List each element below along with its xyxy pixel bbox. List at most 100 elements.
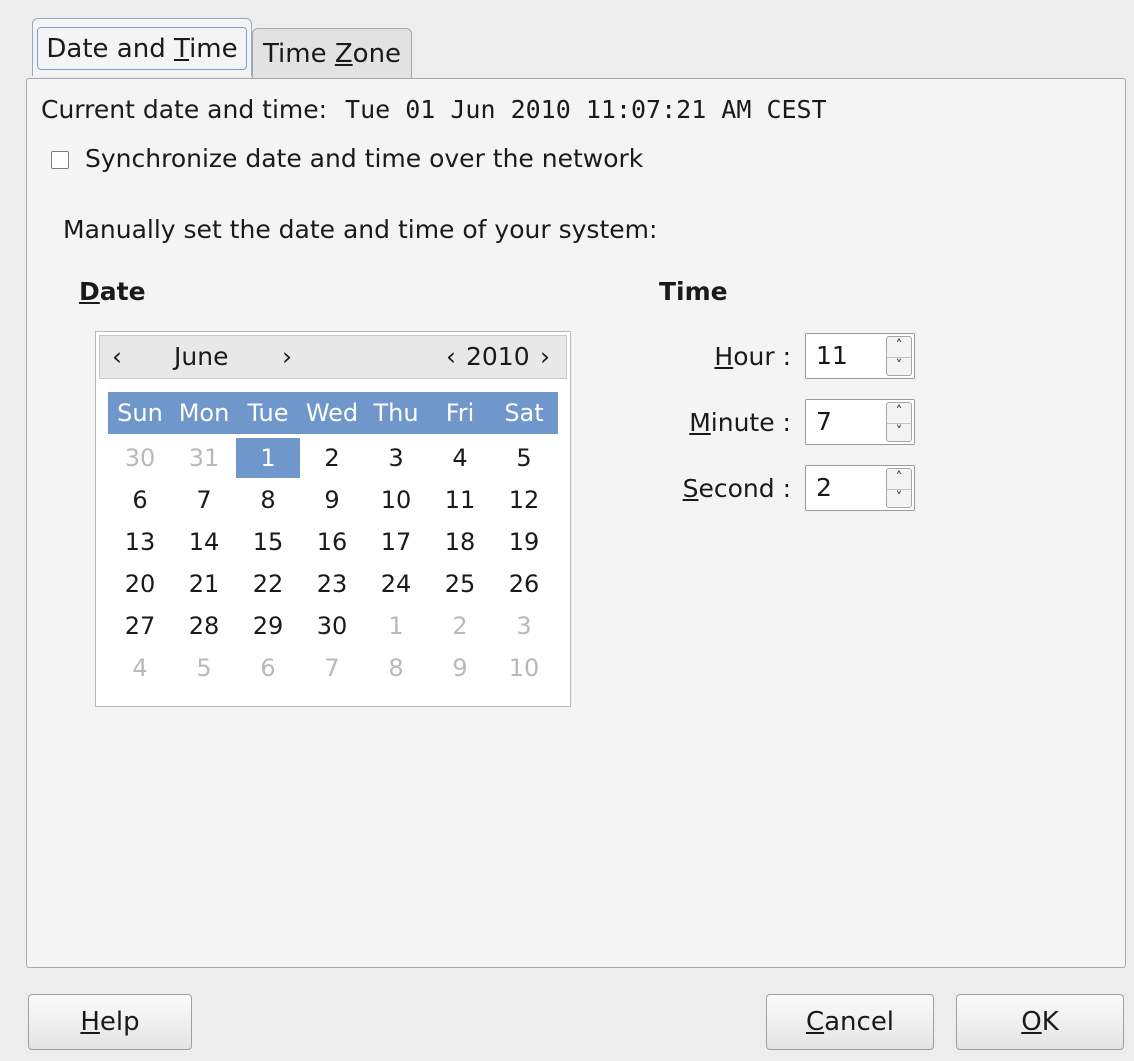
calendar-day[interactable]: 11: [428, 480, 492, 520]
minute-spinner[interactable]: 7 ˄ ˅: [805, 399, 915, 445]
chevron-down-icon[interactable]: ˅: [887, 423, 911, 441]
calendar-day[interactable]: 17: [364, 522, 428, 562]
calendar-day[interactable]: 16: [300, 522, 364, 562]
minute-stepper[interactable]: ˄ ˅: [886, 402, 912, 442]
calendar-day[interactable]: 14: [172, 522, 236, 562]
ok-label: K: [1041, 1007, 1059, 1037]
second-mnemonic: S: [682, 474, 699, 503]
next-month-arrow[interactable]: ›: [282, 336, 292, 378]
tab-label: ime: [189, 34, 238, 64]
hour-label-text: our :: [733, 342, 791, 371]
calendar-day[interactable]: 9: [428, 648, 492, 688]
calendar-day[interactable]: 26: [492, 564, 556, 604]
calendar-day[interactable]: 3: [492, 606, 556, 646]
calendar-day[interactable]: 9: [300, 480, 364, 520]
tab-mnemonic: Z: [334, 39, 353, 69]
calendar-day[interactable]: 10: [364, 480, 428, 520]
help-label: elp: [99, 1007, 140, 1037]
calendar-day[interactable]: 4: [428, 438, 492, 478]
calendar-day[interactable]: 27: [108, 606, 172, 646]
calendar-day[interactable]: 1: [364, 606, 428, 646]
calendar-day[interactable]: 8: [236, 480, 300, 520]
calendar-day[interactable]: 25: [428, 564, 492, 604]
date-heading-mnemonic: D: [79, 277, 100, 306]
second-stepper[interactable]: ˄ ˅: [886, 468, 912, 508]
calendar-day[interactable]: 7: [172, 480, 236, 520]
tab-mnemonic: T: [173, 34, 190, 64]
second-label-text: econd :: [698, 474, 791, 503]
current-datetime-row: Current date and time: Tue 01 Jun 2010 1…: [41, 93, 827, 127]
calendar-day[interactable]: 5: [172, 648, 236, 688]
month-label: June: [174, 342, 229, 371]
weekday-label: Mon: [178, 399, 230, 427]
calendar-day[interactable]: 21: [172, 564, 236, 604]
calendar-day[interactable]: 7: [300, 648, 364, 688]
calendar-day[interactable]: 6: [236, 648, 300, 688]
sync-network-checkbox[interactable]: [51, 151, 69, 169]
sync-network-label[interactable]: Synchronize date and time over the netwo…: [85, 142, 643, 176]
date-time-panel: Current date and time: Tue 01 Jun 2010 1…: [26, 78, 1126, 968]
weekday-label: Wed: [305, 399, 359, 427]
calendar-day[interactable]: 20: [108, 564, 172, 604]
calendar-day[interactable]: 30: [108, 438, 172, 478]
calendar-day[interactable]: 24: [364, 564, 428, 604]
help-mnemonic: H: [80, 1007, 100, 1037]
calendar-day[interactable]: 18: [428, 522, 492, 562]
calendar-day[interactable]: 12: [492, 480, 556, 520]
calendar-day[interactable]: 28: [172, 606, 236, 646]
next-year-arrow[interactable]: ›: [540, 336, 550, 378]
weekday-label: Tue: [247, 399, 289, 427]
calendar-day[interactable]: 30: [300, 606, 364, 646]
date-heading-text: ate: [99, 277, 146, 306]
cancel-button[interactable]: Cancel: [766, 994, 934, 1050]
chevron-up-icon[interactable]: ˄: [887, 403, 911, 424]
cancel-mnemonic: C: [805, 1007, 825, 1037]
prev-month-arrow[interactable]: ‹: [112, 336, 122, 378]
ok-mnemonic: O: [1021, 1007, 1042, 1037]
calendar: ‹ June › ‹ 2010 › Sun Mon Tue Wed Thu Fr…: [95, 331, 571, 707]
hour-mnemonic: H: [714, 342, 734, 371]
minute-mnemonic: M: [689, 408, 711, 437]
calendar-day[interactable]: 29: [236, 606, 300, 646]
calendar-day[interactable]: 2: [428, 606, 492, 646]
year-label: 2010: [466, 342, 530, 371]
minute-label-text: inute :: [710, 408, 791, 437]
calendar-day[interactable]: 13: [108, 522, 172, 562]
weekday-label: Fri: [445, 399, 475, 427]
hour-value[interactable]: 11: [816, 334, 848, 378]
calendar-day[interactable]: 15: [236, 522, 300, 562]
calendar-day[interactable]: 4: [108, 648, 172, 688]
calendar-day[interactable]: 6: [108, 480, 172, 520]
second-spinner[interactable]: 2 ˄ ˅: [805, 465, 915, 511]
weekday-label: Sat: [504, 399, 544, 427]
calendar-day[interactable]: 23: [300, 564, 364, 604]
second-label: Second :: [657, 469, 791, 509]
calendar-day[interactable]: 31: [172, 438, 236, 478]
chevron-up-icon[interactable]: ˄: [887, 469, 911, 490]
second-value[interactable]: 2: [816, 466, 832, 510]
chevron-down-icon[interactable]: ˅: [887, 357, 911, 375]
minute-label: Minute :: [667, 403, 791, 443]
calendar-day[interactable]: 5: [492, 438, 556, 478]
calendar-day[interactable]: 1: [236, 438, 300, 478]
hour-label: Hour :: [707, 337, 791, 377]
current-datetime-label: Current date and time:: [41, 95, 328, 124]
hour-spinner[interactable]: 11 ˄ ˅: [805, 333, 915, 379]
calendar-day[interactable]: 2: [300, 438, 364, 478]
tab-focus-ring: Date and Time: [37, 27, 247, 70]
calendar-day[interactable]: 3: [364, 438, 428, 478]
calendar-day[interactable]: 22: [236, 564, 300, 604]
date-heading: Date: [79, 275, 146, 309]
ok-button[interactable]: OK: [956, 994, 1124, 1050]
tab-date-and-time[interactable]: Date and Time: [32, 18, 252, 76]
calendar-day[interactable]: 10: [492, 648, 556, 688]
prev-year-arrow[interactable]: ‹: [446, 336, 456, 378]
chevron-down-icon[interactable]: ˅: [887, 489, 911, 507]
calendar-day[interactable]: 19: [492, 522, 556, 562]
hour-stepper[interactable]: ˄ ˅: [886, 336, 912, 376]
calendar-day[interactable]: 8: [364, 648, 428, 688]
minute-value[interactable]: 7: [816, 400, 832, 444]
help-button[interactable]: Help: [28, 994, 192, 1050]
tab-time-zone[interactable]: Time Zone: [252, 28, 412, 78]
chevron-up-icon[interactable]: ˄: [887, 337, 911, 358]
